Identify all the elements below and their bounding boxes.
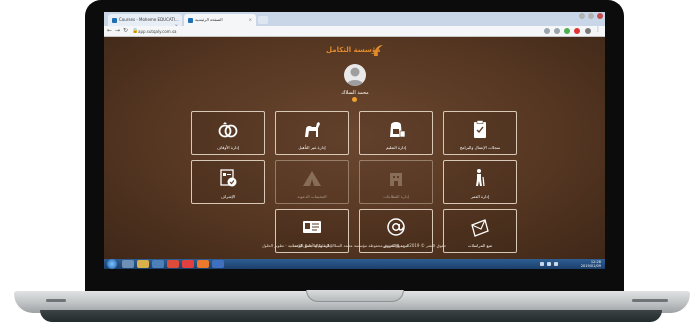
tile-label: إدارة العمر [470,194,490,199]
site-logo[interactable]: مؤسسة التكامل [326,44,384,58]
camel-icon [305,122,320,137]
backpack-icon [390,122,406,138]
tab-title: Courses - Moheme EDUCATI... [119,17,179,22]
user-name[interactable]: محمد السلاك [304,90,406,96]
forward-icon[interactable]: → [115,27,120,34]
tent-icon [303,171,321,186]
favicon-icon [188,17,193,23]
taskbar-app[interactable] [197,260,209,268]
laptop-foot [632,299,668,302]
reload-icon[interactable]: ↻ [123,27,128,34]
laptop-notch [306,290,404,302]
laptop-frame: Courses - Moheme EDUCATI... × الصفحة الرئ… [0,0,692,329]
rings-icon [218,122,238,138]
new-tab-button[interactable] [258,16,268,24]
back-icon[interactable]: ← [107,27,112,34]
menu-icon[interactable]: ⋮ [595,26,601,33]
taskbar-app-explorer[interactable] [137,260,149,268]
tile-label: الإشراف [220,194,236,199]
taskbar-app-chrome[interactable] [167,260,179,268]
tile-label: إدارة الأوقاف [217,145,239,150]
taskbar: 12:28 2019/01/09 [104,259,605,269]
tile-label: إدارة القطاعات [383,194,409,199]
tile-camps: المخيمات الدعوية [275,160,349,204]
avatar[interactable] [344,64,366,86]
laptop-base-edge [40,310,662,322]
address-bar: ← → ↻ 🔒 app.sutqaly.com.sa ⋮ [104,26,605,37]
window-close-button[interactable] [597,13,603,19]
taskbar-app[interactable] [152,260,164,268]
extension-icon[interactable] [574,28,580,34]
network-icon[interactable] [540,262,544,266]
start-button[interactable] [107,259,117,269]
clock[interactable]: 12:28 2019/01/09 [581,260,601,268]
browser-tab-active[interactable]: الصفحة الرئيسية × [184,14,256,26]
url-input[interactable]: app.sutqaly.com.sa [138,28,518,35]
footer-copyright: حقوق النشر © 2019 - جميع الحقوق محفوظة م… [261,243,447,248]
extension-icon[interactable] [544,28,550,34]
page-content: مؤسسة التكامل محمد السلاك إدارة الأوقاف … [104,37,605,259]
browser-tab[interactable]: Courses - Moheme EDUCATI... × [108,14,182,26]
envelope-icon [471,219,489,237]
minimize-button[interactable] [579,13,585,19]
tile-sectors: إدارة القطاعات [359,160,433,204]
maximize-button[interactable] [588,13,594,19]
volume-icon[interactable] [547,262,551,266]
id-card-icon [303,221,321,233]
tile-label: المخيمات الدعوية [297,194,327,199]
tile-label: إدارة التعليم [386,145,406,150]
favicon-icon [112,17,117,23]
at-icon [387,218,405,236]
laptop-foot [46,299,66,302]
tile-age[interactable]: إدارة العمر [443,160,517,204]
building-icon [390,173,402,186]
clipboard-icon [474,120,486,138]
tile-rehab[interactable]: إدارة غير التأهيل [275,111,349,155]
user-status-badge [352,97,357,102]
tab-title: الصفحة الرئيسية [195,17,223,22]
window-controls [579,13,603,19]
taskbar-app[interactable] [182,260,194,268]
taskbar-app-ie[interactable] [122,260,134,268]
clock-date: 2019/01/09 [580,264,601,268]
browser-tab-bar: Courses - Moheme EDUCATI... × الصفحة الرئ… [104,12,605,26]
flag-icon[interactable] [554,262,558,266]
tile-education[interactable]: إدارة التعليم [359,111,433,155]
logo-mark-icon [374,45,383,56]
tile-supervision[interactable]: الإشراف [191,160,265,204]
profile-icon[interactable] [585,28,591,34]
tile-label: إدارة غير التأهيل [298,145,326,150]
tile-awqaf[interactable]: إدارة الأوقاف [191,111,265,155]
tile-label: سجلات الإعمال والبرامج [459,145,501,150]
extension-icon[interactable] [564,28,570,34]
tile-records[interactable]: سجلات الإعمال والبرامج [443,111,517,155]
close-icon[interactable]: × [249,17,252,22]
elderly-icon [476,169,485,187]
checklist-icon [220,169,237,187]
taskbar-app-word[interactable] [212,260,224,268]
bookmark-star-icon[interactable] [554,28,560,34]
screen: Courses - Moheme EDUCATI... × الصفحة الرئ… [104,12,605,269]
